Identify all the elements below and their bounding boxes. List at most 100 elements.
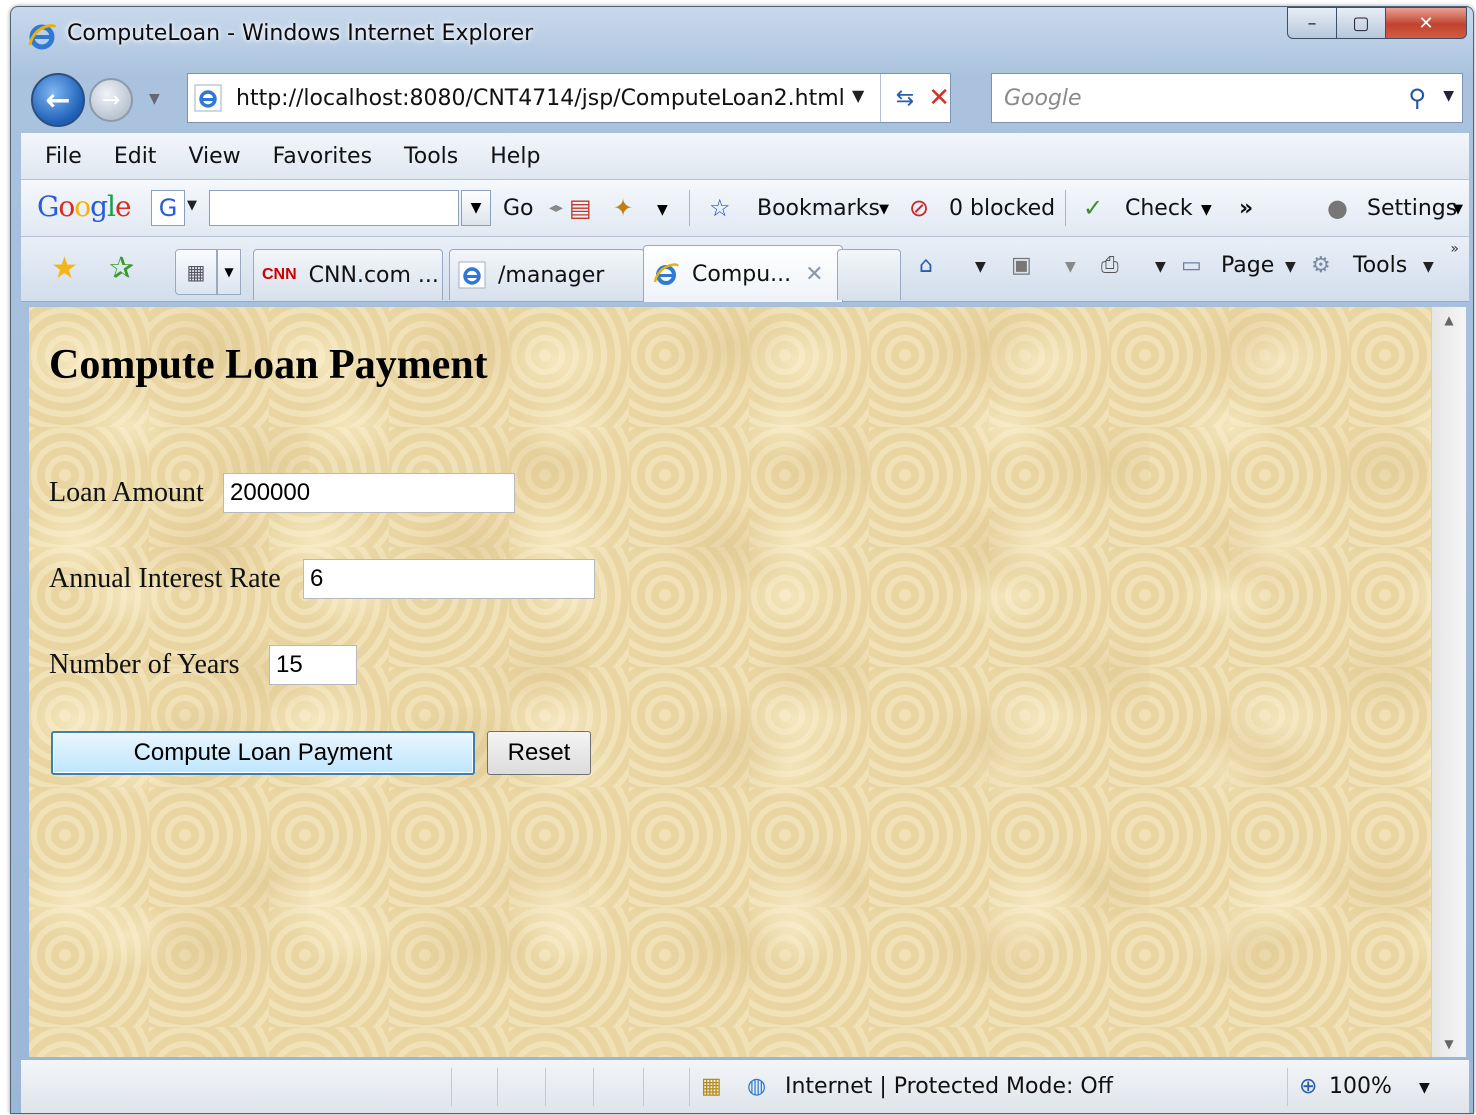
google-menu-dropdown-icon[interactable]: ▼ xyxy=(187,198,197,213)
menu-view[interactable]: View xyxy=(188,144,240,169)
address-url[interactable]: http://localhost:8080/CNT4714/jsp/Comput… xyxy=(236,86,845,111)
tools-dropdown-icon[interactable]: ▼ xyxy=(1423,259,1434,275)
tools-gear-icon: ⚙ xyxy=(1311,253,1331,278)
google-search-dropdown-icon[interactable]: ▼ xyxy=(461,190,491,226)
google-go-button[interactable]: Go xyxy=(503,196,534,221)
home-dropdown-icon[interactable]: ▼ xyxy=(975,259,986,275)
toolbar-overflow-icon[interactable]: » xyxy=(1239,196,1253,221)
maximize-button[interactable]: ▢ xyxy=(1336,7,1386,39)
stop-icon[interactable]: ✕ xyxy=(928,74,950,122)
status-bar: ▦ ◍ Internet | Protected Mode: Off ⊕ 100… xyxy=(21,1059,1469,1113)
settings-button[interactable]: Settings xyxy=(1367,196,1457,221)
print-icon[interactable]: ⎙ xyxy=(1101,253,1119,278)
cnn-icon: CNN xyxy=(262,266,297,283)
ie-icon xyxy=(458,261,486,289)
quick-tabs-icon[interactable]: ▦ xyxy=(175,249,217,295)
compute-loan-payment-button[interactable]: Compute Loan Payment xyxy=(51,731,475,775)
zoom-dropdown-icon[interactable]: ▼ xyxy=(1419,1080,1430,1096)
puzzle-dropdown-icon[interactable]: ▼ xyxy=(657,202,668,218)
interest-rate-input[interactable] xyxy=(303,559,595,599)
popup-blocked-count[interactable]: 0 blocked xyxy=(949,196,1055,221)
menu-favorites[interactable]: Favorites xyxy=(273,144,372,169)
command-overflow-icon[interactable]: » xyxy=(1450,241,1459,257)
back-button[interactable]: ← xyxy=(31,73,85,127)
scroll-up-icon[interactable]: ▲ xyxy=(1432,313,1466,327)
number-of-years-input[interactable] xyxy=(269,645,357,685)
tab-manager[interactable]: /manager xyxy=(449,249,645,300)
bookmarks-dropdown-icon[interactable]: ▼ xyxy=(879,202,889,217)
search-dropdown-icon[interactable]: ▼ xyxy=(1443,88,1454,104)
tab-label: /manager xyxy=(498,262,605,288)
back-arrow-icon: ← xyxy=(45,82,71,118)
google-search-input[interactable] xyxy=(209,190,459,226)
settings-gear-icon: ● xyxy=(1327,194,1348,222)
internet-globe-icon: ◍ xyxy=(747,1074,767,1099)
navigation-bar: ← → ▼ http://localhost:8080/CNT4714/jsp/… xyxy=(11,69,1473,127)
reset-button[interactable]: Reset xyxy=(487,731,591,775)
google-logo[interactable]: Google xyxy=(37,190,132,223)
check-dropdown-icon[interactable]: ▼ xyxy=(1201,202,1212,218)
menu-edit[interactable]: Edit xyxy=(114,144,157,169)
zoom-icon: ⊕ xyxy=(1299,1074,1318,1099)
favorites-center-icon[interactable]: ★ xyxy=(51,251,78,286)
menu-tools[interactable]: Tools xyxy=(404,144,458,169)
home-icon[interactable]: ⌂ xyxy=(919,253,933,278)
popup-blocker-icon: ⊘ xyxy=(909,194,930,222)
feeds-dropdown-icon[interactable]: ▼ xyxy=(1065,259,1076,275)
forward-button[interactable]: → xyxy=(89,78,133,122)
page-ie-icon xyxy=(194,84,222,112)
tab-computeloan[interactable]: Compu... ✕ xyxy=(643,245,843,302)
search-input[interactable]: Google xyxy=(1004,86,1082,111)
add-favorites-icon[interactable]: ✰ xyxy=(109,251,134,286)
ie-icon xyxy=(653,263,680,285)
puzzle-icon[interactable]: ✦ xyxy=(613,194,633,222)
zoom-level[interactable]: 100% xyxy=(1329,1074,1392,1099)
check-button[interactable]: Check xyxy=(1125,196,1193,221)
menu-file[interactable]: File xyxy=(45,144,82,169)
tools-menu[interactable]: Tools xyxy=(1353,253,1407,278)
forward-arrow-icon: → xyxy=(101,87,121,113)
spellcheck-icon: ✓ xyxy=(1083,194,1104,222)
page-title: Compute Loan Payment xyxy=(49,342,488,388)
interest-rate-label: Annual Interest Rate xyxy=(49,563,281,594)
close-window-button[interactable]: ✕ xyxy=(1385,7,1467,39)
browser-window: ComputeLoan - Windows Internet Explorer … xyxy=(10,6,1474,1114)
new-tab-button[interactable] xyxy=(837,249,901,300)
search-box[interactable]: Google ⚲ ▼ xyxy=(991,73,1463,123)
feeds-icon[interactable]: ▣ xyxy=(1011,253,1032,278)
loan-amount-label: Loan Amount xyxy=(49,477,204,508)
tab-bar: ★ ✰ ▦ ▼ CNN CNN.com ... /manager Compu..… xyxy=(21,237,1469,302)
page-content: Compute Loan Payment Loan Amount Annual … xyxy=(29,307,1431,1057)
history-dropdown-icon[interactable]: ▼ xyxy=(149,91,160,107)
tab-list-dropdown-icon[interactable]: ▼ xyxy=(217,249,241,295)
vertical-scrollbar[interactable]: ▲ ▼ xyxy=(1431,307,1466,1057)
refresh-icon[interactable]: ⇆ xyxy=(880,74,929,122)
bookmarks-button[interactable]: Bookmarks xyxy=(757,196,880,221)
loan-amount-input[interactable] xyxy=(223,473,515,513)
close-tab-icon[interactable]: ✕ xyxy=(805,262,823,287)
number-of-years-label: Number of Years xyxy=(49,649,240,680)
news-icon[interactable]: ▤ xyxy=(569,194,592,222)
page-dropdown-icon[interactable]: ▼ xyxy=(1285,259,1296,275)
print-dropdown-icon[interactable]: ▼ xyxy=(1155,259,1166,275)
ie-icon xyxy=(28,24,57,50)
page-icon: ▭ xyxy=(1181,253,1202,278)
menu-help[interactable]: Help xyxy=(490,144,540,169)
title-bar: ComputeLoan - Windows Internet Explorer … xyxy=(11,7,1473,63)
settings-dropdown-icon[interactable]: ▼ xyxy=(1453,202,1463,217)
tab-cnn[interactable]: CNN CNN.com ... xyxy=(253,249,443,300)
scroll-down-icon[interactable]: ▼ xyxy=(1432,1037,1466,1051)
google-g-icon[interactable]: G xyxy=(151,190,185,226)
security-zone-text[interactable]: Internet | Protected Mode: Off xyxy=(785,1074,1113,1099)
address-dropdown-icon[interactable]: ▼ xyxy=(852,86,864,105)
tab-label: CNN.com ... xyxy=(308,262,439,288)
google-toolbar: Google G ▼ ▼ Go ◂▸ ▤ ✦ ▼ ☆ Bookmarks ▼ ⊘… xyxy=(21,180,1469,237)
window-title: ComputeLoan - Windows Internet Explorer xyxy=(67,21,534,46)
page-menu[interactable]: Page xyxy=(1221,253,1274,278)
address-bar[interactable]: http://localhost:8080/CNT4714/jsp/Comput… xyxy=(187,73,951,123)
minimize-button[interactable]: – xyxy=(1287,7,1337,39)
security-lock-icon[interactable]: ▦ xyxy=(701,1074,722,1099)
bookmarks-star-icon: ☆ xyxy=(709,194,731,222)
arrows-icon: ◂▸ xyxy=(549,200,564,216)
search-icon[interactable]: ⚲ xyxy=(1408,84,1426,112)
